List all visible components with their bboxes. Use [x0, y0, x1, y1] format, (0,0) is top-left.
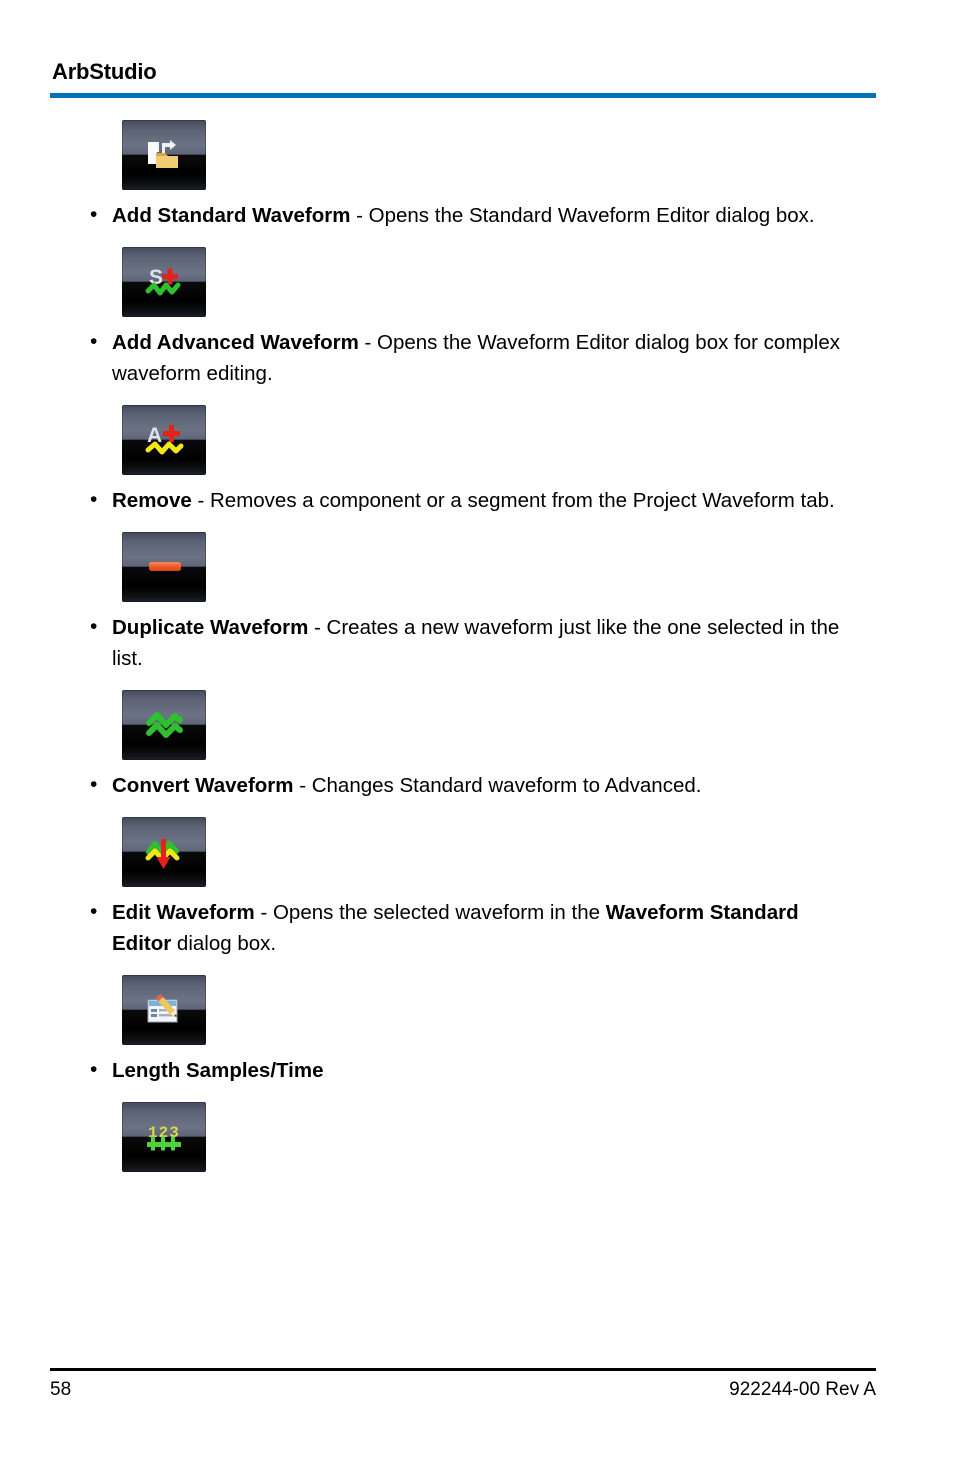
bullet-marker: • — [90, 330, 98, 354]
header-divider — [50, 93, 876, 99]
icon-container — [122, 532, 876, 603]
icon-container: S — [122, 247, 876, 318]
bullet-description: - Opens the selected waveform in the — [254, 901, 606, 925]
list-item: • Duplicate Waveform - Creates a new wav… — [50, 532, 876, 674]
bullet-text: Add Standard Waveform - Opens the Standa… — [112, 200, 852, 231]
digits-123-ruler-icon: 123 — [147, 1124, 181, 1151]
icon-container — [122, 975, 876, 1046]
remove-icon[interactable]: A — [122, 405, 206, 476]
edit-waveform-icon[interactable] — [122, 817, 206, 888]
add-standard-waveform-icon[interactable] — [122, 120, 206, 191]
document-code: 922244-00 Rev A — [729, 1378, 876, 1400]
bullet-term: Add Standard Waveform — [112, 204, 351, 228]
document-page: ArbStudio • Add Standard Waveform - Open… — [0, 0, 954, 1475]
bullet-row: • Edit Waveform - Opens the selected wav… — [50, 897, 876, 959]
icon-container: 123 — [122, 1102, 876, 1173]
bullet-marker: • — [90, 1058, 98, 1082]
bullet-term: Edit Waveform — [112, 901, 255, 925]
bullet-description: - Opens the Standard Waveform Editor dia… — [350, 204, 815, 228]
duplicate-waveform-icon[interactable] — [122, 532, 206, 603]
icon-container — [122, 817, 876, 888]
bullet-row: • Remove - Removes a component or a segm… — [50, 485, 876, 516]
page-content: ArbStudio • Add Standard Waveform - Open… — [50, 59, 876, 1182]
list-item: • Edit Waveform - Opens the selected wav… — [50, 817, 876, 959]
icon-container: A — [122, 405, 876, 476]
bullet-marker: • — [90, 900, 98, 924]
bullet-term: Duplicate Waveform — [112, 616, 309, 640]
page-number: 58 — [50, 1378, 72, 1400]
list-item: 123 — [50, 1102, 876, 1173]
page-title: ArbStudio — [52, 59, 157, 84]
bullet-text: Length Samples/Time — [112, 1055, 852, 1086]
bullet-term: Remove — [112, 489, 192, 513]
length-samples-time-icon[interactable] — [122, 975, 206, 1046]
bullet-text: Add Advanced Waveform - Opens the Wavefo… — [112, 327, 852, 389]
bullet-description: - Changes Standard waveform to Advanced. — [293, 774, 702, 798]
bullet-marker: • — [90, 203, 98, 227]
icon-container — [122, 120, 876, 191]
green-yellow-wave-red-arrow-icon — [145, 839, 180, 870]
list-item: S • Add Advanced Waveform - Opens the Wa… — [50, 247, 876, 389]
s-plus-green-wave-icon: S — [145, 266, 181, 296]
footer-divider — [50, 1368, 876, 1371]
page-footer: 58 922244-00 Rev A — [50, 1368, 876, 1401]
icon-container — [122, 690, 876, 761]
list-item: • Add Standard Waveform - Opens the Stan… — [50, 120, 876, 231]
feature-list: • Add Standard Waveform - Opens the Stan… — [50, 120, 876, 1173]
bullet-description: - Removes a component or a segment from … — [191, 489, 835, 513]
list-item: A • Remove - Removes a component or a se… — [50, 405, 876, 516]
bullet-row: • Duplicate Waveform - Creates a new wav… — [50, 612, 876, 674]
convert-waveform-icon[interactable] — [122, 690, 206, 761]
add-advanced-waveform-icon[interactable]: S — [122, 247, 206, 318]
bullet-text: Remove - Removes a component or a segmen… — [112, 485, 852, 516]
list-item: • Length Samples/Time — [50, 975, 876, 1086]
list-item: • Convert Waveform - Changes Standard wa… — [50, 690, 876, 801]
double-green-wave-icon — [146, 712, 183, 739]
bullet-term: Add Advanced Waveform — [112, 331, 359, 355]
bullet-row: • Convert Waveform - Changes Standard wa… — [50, 770, 876, 801]
footer-row: 58 922244-00 Rev A — [50, 1379, 876, 1401]
bullet-text: Edit Waveform - Opens the selected wavef… — [112, 897, 852, 959]
bullet-marker: • — [90, 488, 98, 512]
bullet-marker: • — [90, 615, 98, 639]
bullet-term: Convert Waveform — [112, 774, 294, 798]
numeric-length-icon[interactable]: 123 — [122, 1102, 206, 1173]
bullet-text: Convert Waveform - Changes Standard wave… — [112, 770, 852, 801]
bullet-row: • Add Advanced Waveform - Opens the Wave… — [50, 327, 876, 389]
bullet-term: Length Samples/Time — [112, 1059, 324, 1083]
a-plus-yellow-wave-icon: A — [145, 424, 184, 455]
document-pencil-icon — [147, 994, 178, 1023]
bullet-text: Duplicate Waveform - Creates a new wavef… — [112, 612, 852, 674]
bullet-row: • Add Standard Waveform - Opens the Stan… — [50, 200, 876, 231]
page-header: ArbStudio — [50, 59, 876, 99]
file-folder-arrow-icon — [148, 140, 178, 169]
bullet-row: • Length Samples/Time — [50, 1055, 876, 1086]
bullet-description-secondary: dialog box. — [171, 932, 277, 956]
bullet-marker: • — [90, 773, 98, 797]
red-minus-bar-icon — [149, 562, 181, 572]
